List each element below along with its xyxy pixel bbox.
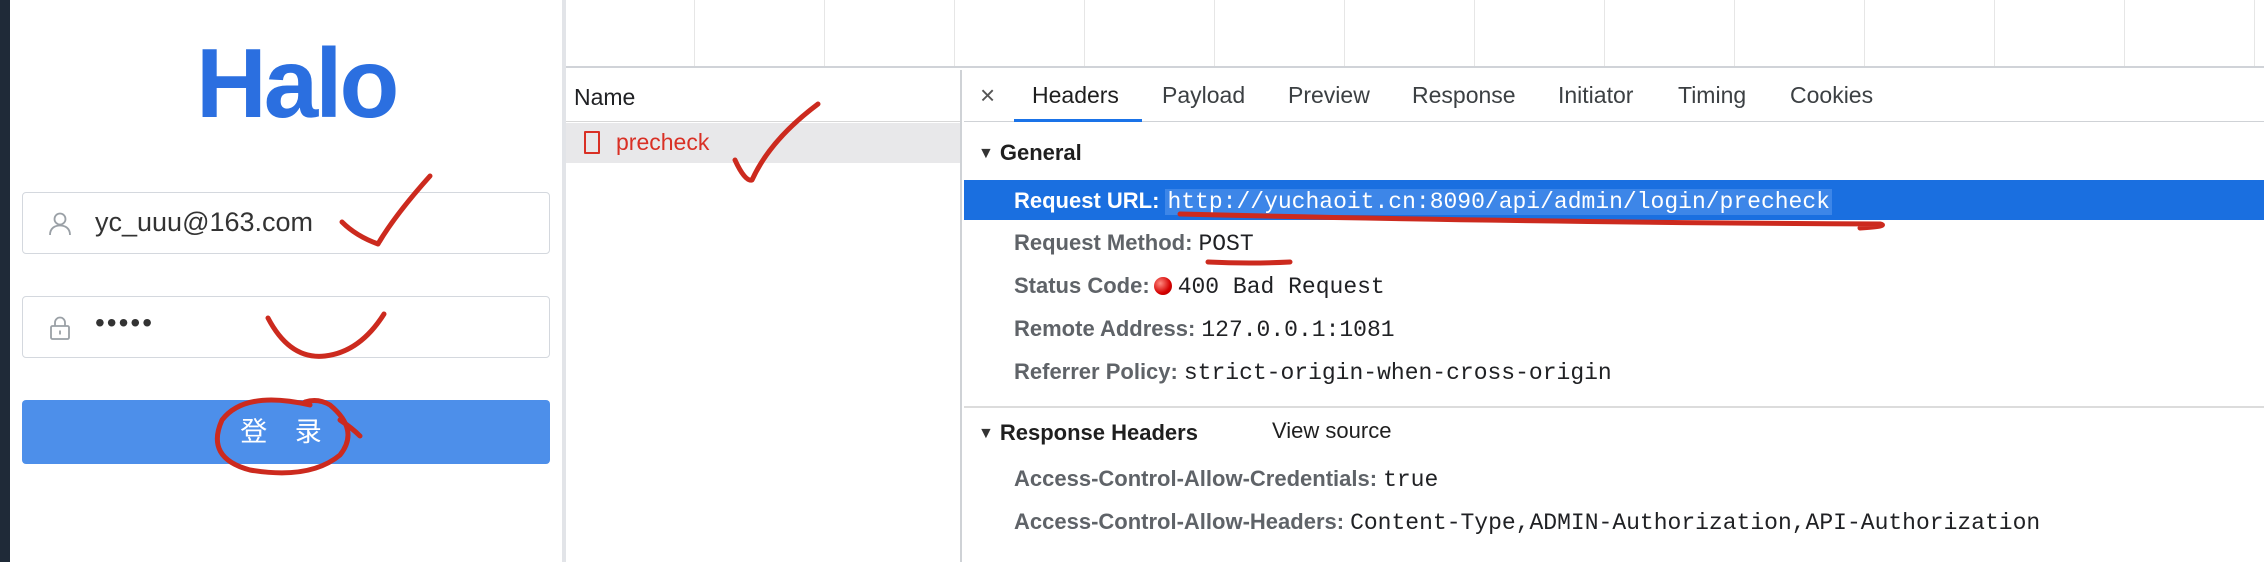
user-icon xyxy=(49,212,71,236)
request-url-label: Request URL: xyxy=(1014,188,1160,213)
section-divider xyxy=(964,406,2264,408)
tab-timing[interactable]: Timing xyxy=(1678,82,1746,109)
referrer-policy-label: Referrer Policy: xyxy=(1014,359,1178,384)
password-field[interactable]: ••••• xyxy=(22,296,550,358)
timeline-gridline xyxy=(2124,0,2125,66)
network-timeline[interactable] xyxy=(566,0,2264,68)
halo-logo: Halo xyxy=(196,28,399,138)
timeline-gridline xyxy=(1864,0,1865,66)
lock-icon xyxy=(50,316,70,340)
response-headers-title: Response Headers xyxy=(999,420,1198,445)
desktop-edge xyxy=(0,0,10,562)
timeline-gridline xyxy=(1084,0,1085,66)
tab-payload[interactable]: Payload xyxy=(1162,82,1245,109)
timeline-gridline xyxy=(824,0,825,66)
tab-initiator[interactable]: Initiator xyxy=(1558,82,1633,109)
timeline-gridline xyxy=(1214,0,1215,66)
timeline-gridline xyxy=(1994,0,1995,66)
login-button[interactable]: 登 录 xyxy=(22,400,550,464)
general-section-header[interactable]: ▼ General xyxy=(978,140,1082,166)
request-method-label: Request Method: xyxy=(1014,230,1193,255)
request-url-value[interactable]: http://yuchaoit.cn:8090/api/admin/login/… xyxy=(1165,189,1832,215)
tab-headers[interactable]: Headers xyxy=(1032,82,1119,109)
referrer-policy-value[interactable]: strict-origin-when-cross-origin xyxy=(1184,360,1612,386)
timeline-gridline xyxy=(694,0,695,66)
active-tab-indicator xyxy=(1014,119,1142,122)
request-row-precheck[interactable]: precheck xyxy=(566,123,960,163)
request-url-row[interactable]: Request URL: http://yuchaoit.cn:8090/api/… xyxy=(964,180,2264,220)
name-column-header[interactable]: Name xyxy=(566,70,960,122)
timeline-gridline xyxy=(1344,0,1345,66)
details-tabbar: × Headers Payload Preview Response Initi… xyxy=(964,70,2264,122)
remote-address-row: Remote Address: 127.0.0.1:1081 xyxy=(1014,316,1395,343)
remote-address-value[interactable]: 127.0.0.1:1081 xyxy=(1201,317,1394,343)
request-name: precheck xyxy=(616,129,710,155)
request-details-panel: × Headers Payload Preview Response Initi… xyxy=(964,70,2264,562)
timeline-gridline xyxy=(954,0,955,66)
response-header-value[interactable]: Content-Type,ADMIN-Authorization,API-Aut… xyxy=(1350,510,2040,536)
remote-address-label: Remote Address: xyxy=(1014,316,1196,341)
referrer-policy-row: Referrer Policy: strict-origin-when-cross… xyxy=(1014,359,1612,386)
tab-cookies[interactable]: Cookies xyxy=(1790,82,1873,109)
timeline-gridline xyxy=(1734,0,1735,66)
password-value: ••••• xyxy=(95,307,155,338)
error-status-icon xyxy=(1153,277,1172,295)
response-header-value[interactable]: true xyxy=(1383,467,1438,493)
view-source-link[interactable]: View source xyxy=(1272,418,1391,444)
login-panel: Halo yc_uuu@163.com ••••• 登 录 xyxy=(10,0,562,562)
tab-response[interactable]: Response xyxy=(1412,82,1516,109)
tab-preview[interactable]: Preview xyxy=(1288,82,1370,109)
response-header-row: Access-Control-Allow-Headers: Content-Typ… xyxy=(1014,509,2040,536)
status-code-row: Status Code: 400 Bad Request xyxy=(1014,273,1385,300)
timeline-gridline xyxy=(2254,0,2255,66)
username-field[interactable]: yc_uuu@163.com xyxy=(22,192,550,254)
timeline-gridline xyxy=(1474,0,1475,66)
collapse-triangle-icon: ▼ xyxy=(978,145,994,162)
document-icon xyxy=(584,131,600,154)
request-method-value[interactable]: POST xyxy=(1198,231,1253,257)
timeline-gridline xyxy=(1604,0,1605,66)
response-header-row: Access-Control-Allow-Credentials: true xyxy=(1014,466,1438,493)
close-icon[interactable]: × xyxy=(980,80,995,111)
response-headers-section-header[interactable]: ▼ Response Headers xyxy=(978,420,1198,446)
username-value: yc_uuu@163.com xyxy=(95,207,314,237)
status-code-label: Status Code: xyxy=(1014,273,1150,298)
collapse-triangle-icon: ▼ xyxy=(978,425,994,442)
general-title: General xyxy=(999,140,1082,165)
request-method-row: Request Method: POST xyxy=(1014,230,1254,257)
request-list: Name precheck xyxy=(566,70,962,562)
response-header-key: Access-Control-Allow-Credentials: xyxy=(1014,466,1378,491)
status-code-value[interactable]: 400 Bad Request xyxy=(1178,274,1385,300)
response-header-key: Access-Control-Allow-Headers: xyxy=(1014,509,1345,534)
